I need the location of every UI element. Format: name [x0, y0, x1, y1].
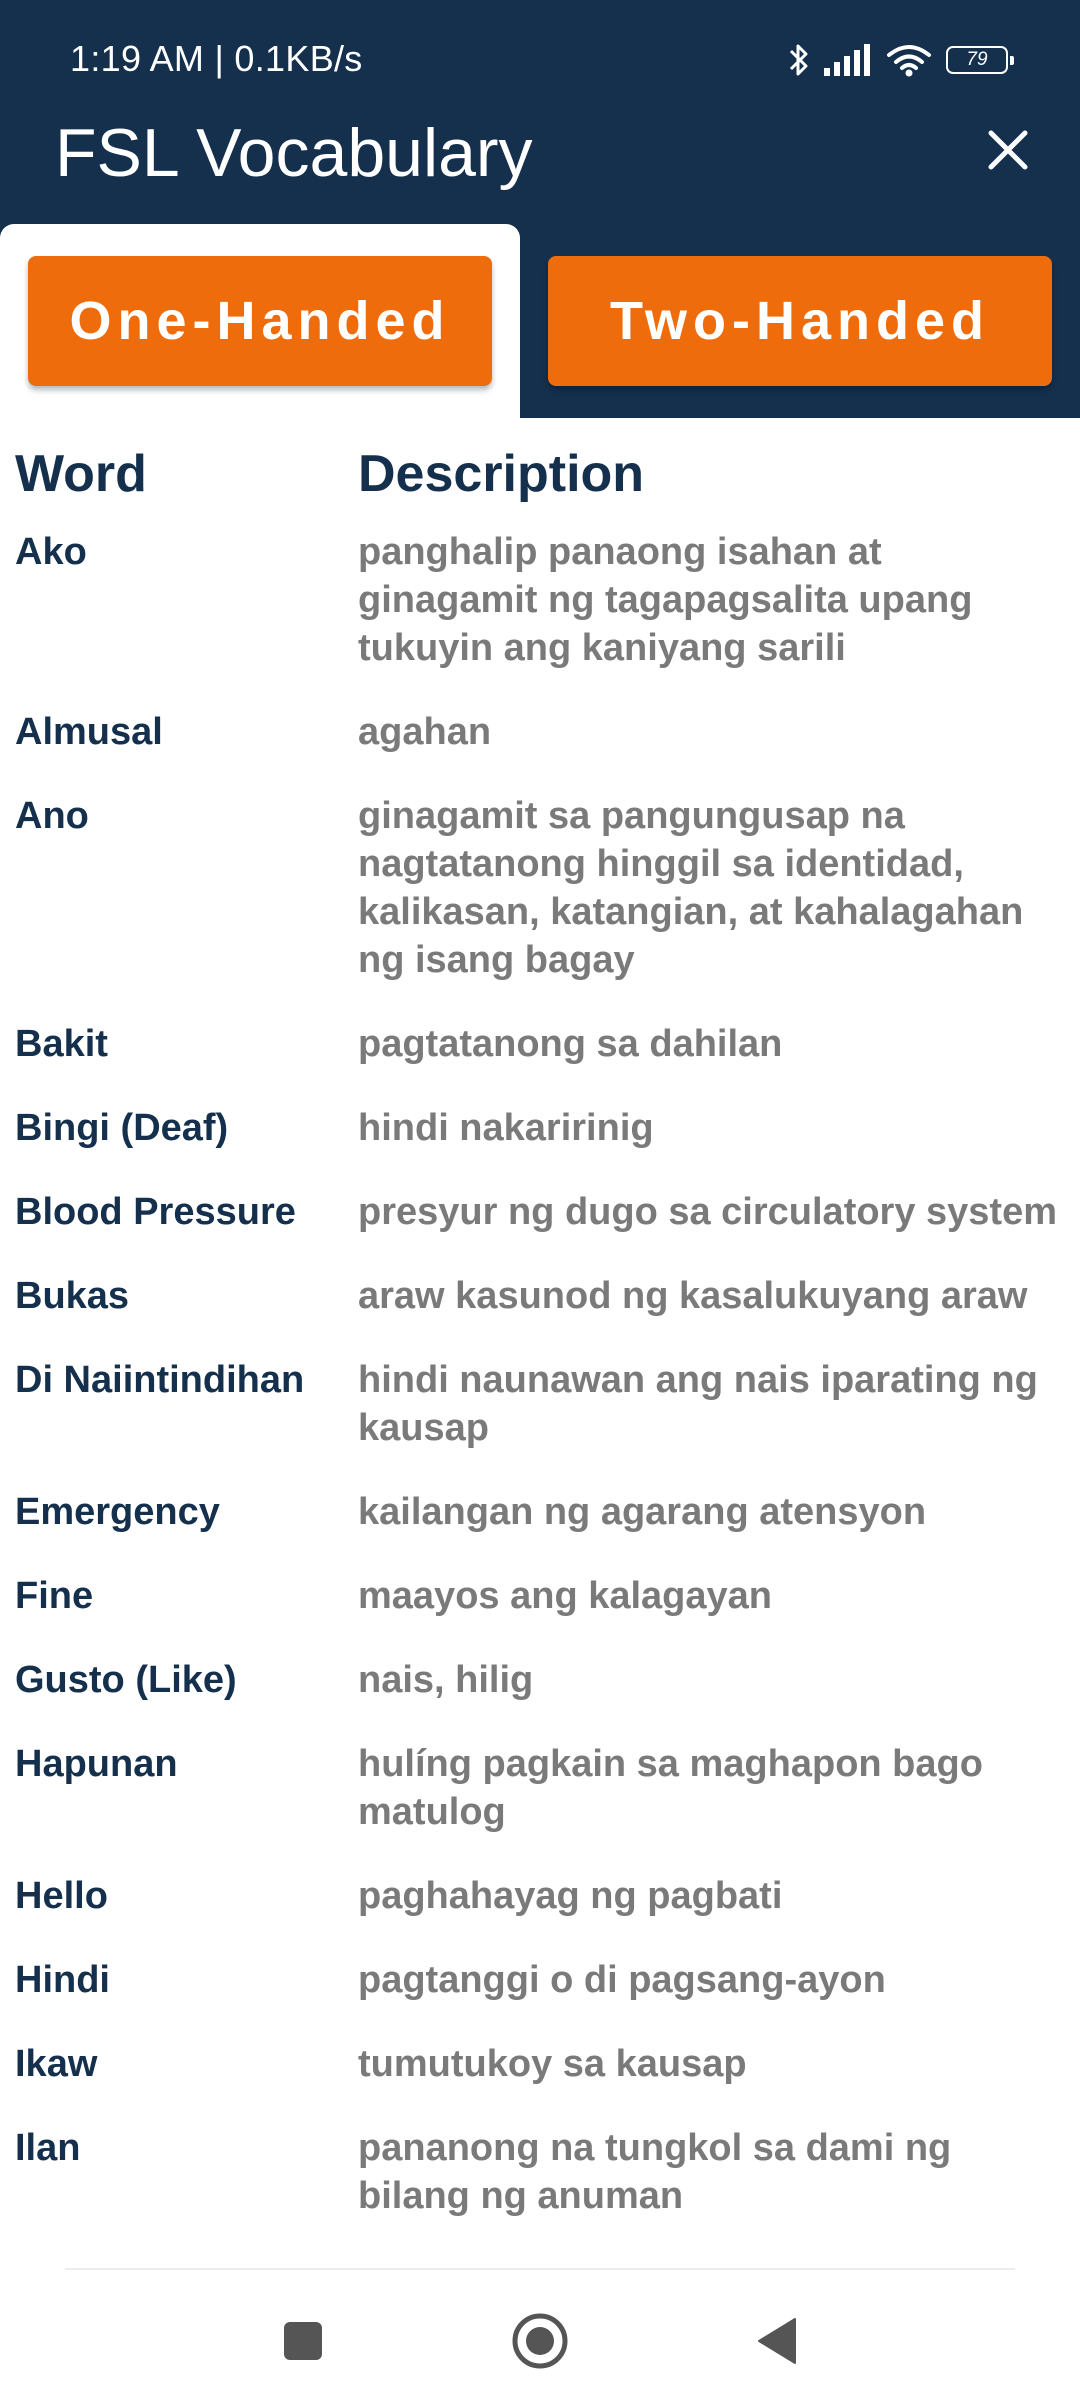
- tab-two-handed[interactable]: Two-Handed: [548, 256, 1052, 386]
- word-cell: Hapunan: [15, 1743, 178, 1785]
- word-cell: Bakit: [15, 1023, 108, 1065]
- home-button[interactable]: [505, 2306, 575, 2376]
- word-cell: Emergency: [15, 1491, 220, 1533]
- table-row[interactable]: Bukas araw kasunod ng kasalukuyang araw: [0, 1272, 1080, 1356]
- word-cell: Ikaw: [15, 2043, 98, 2085]
- description-cell: pananong na tungkol sa dami ng bilang ng…: [358, 2127, 952, 2217]
- description-cell: hindi naunawan ang nais iparating ng kau…: [358, 1359, 1038, 1449]
- description-cell: tumutukoy sa kausap: [358, 2043, 747, 2085]
- table-row[interactable]: Ano ginagamit sa pangungusap na nagtatan…: [0, 792, 1080, 1020]
- description-cell: nais, hilig: [358, 1659, 534, 1701]
- recents-button[interactable]: [268, 2306, 338, 2376]
- description-cell: maayos ang kalagayan: [358, 1575, 772, 1617]
- table-row[interactable]: Ilan pananong na tungkol sa dami ng bila…: [0, 2124, 1080, 2256]
- column-header-description: Description: [358, 445, 645, 503]
- word-cell: Ako: [15, 531, 87, 573]
- word-cell: Di Naiintindihan: [15, 1359, 305, 1401]
- word-cell: Hello: [15, 1875, 108, 1917]
- status-bar: 1:19 AM | 0.1KB/s 79: [0, 0, 1080, 120]
- table-row[interactable]: Ako panghalip panaong isahan at ginagami…: [0, 528, 1080, 708]
- word-cell: Fine: [15, 1575, 94, 1617]
- vocabulary-table: Word Description Ako panghalip panaong i…: [0, 418, 1080, 2256]
- description-cell: panghalip panaong isahan at ginagamit ng…: [358, 531, 973, 669]
- table-row[interactable]: Blood Pressure presyur ng dugo sa circul…: [0, 1188, 1080, 1272]
- word-cell: Gusto (Like): [15, 1659, 237, 1701]
- table-row[interactable]: Almusal agahan: [0, 708, 1080, 792]
- description-cell: presyur ng dugo sa circulatory system: [358, 1191, 1058, 1233]
- word-cell: Ano: [15, 795, 89, 837]
- close-button[interactable]: [978, 120, 1038, 180]
- table-row[interactable]: Di Naiintindihan hindi naunawan ang nais…: [0, 1356, 1080, 1488]
- page-title: FSL Vocabulary: [55, 115, 533, 191]
- word-cell: Bingi (Deaf): [15, 1107, 229, 1149]
- description-cell: pagtanggi o di pagsang-ayon: [358, 1959, 886, 2001]
- table-row[interactable]: Hindi pagtanggi o di pagsang-ayon: [0, 1956, 1080, 2040]
- home-circle-icon: [512, 2313, 568, 2369]
- wifi-icon: [886, 43, 932, 77]
- description-cell: hindi nakaririnig: [358, 1107, 654, 1149]
- table-row[interactable]: Fine maayos ang kalagayan: [0, 1572, 1080, 1656]
- tab-one-handed[interactable]: One-Handed: [28, 256, 492, 386]
- table-row[interactable]: Hello paghahayag ng pagbati: [0, 1872, 1080, 1956]
- table-row[interactable]: Hapunan hulíng pagkain sa maghapon bago …: [0, 1740, 1080, 1872]
- table-row[interactable]: Bingi (Deaf) hindi nakaririnig: [0, 1104, 1080, 1188]
- word-cell: Blood Pressure: [15, 1191, 296, 1233]
- bluetooth-icon: [788, 42, 810, 78]
- description-cell: agahan: [358, 711, 492, 753]
- recents-square-icon: [284, 2322, 322, 2360]
- table-row[interactable]: Gusto (Like) nais, hilig: [0, 1656, 1080, 1740]
- word-cell: Almusal: [15, 711, 163, 753]
- app-header: 1:19 AM | 0.1KB/s 79 FSL Vocabulary One-…: [0, 0, 1080, 424]
- word-cell: Bukas: [15, 1275, 130, 1317]
- table-row[interactable]: Bakit pagtatanong sa dahilan: [0, 1020, 1080, 1104]
- table-row[interactable]: Emergency kailangan ng agarang atensyon: [0, 1488, 1080, 1572]
- signal-icon: [824, 44, 872, 76]
- description-cell: paghahayag ng pagbati: [358, 1875, 783, 1917]
- table-body: Ako panghalip panaong isahan at ginagami…: [0, 528, 1080, 2256]
- battery-icon: 79: [946, 46, 1014, 74]
- word-cell: Hindi: [15, 1959, 110, 2001]
- back-triangle-icon: [758, 2318, 796, 2364]
- description-cell: kailangan ng agarang atensyon: [358, 1491, 927, 1533]
- description-cell: hulíng pagkain sa maghapon bago matulog: [358, 1743, 983, 1833]
- description-cell: pagtatanong sa dahilan: [358, 1023, 783, 1065]
- back-button[interactable]: [742, 2306, 812, 2376]
- column-header-word: Word: [15, 445, 147, 503]
- status-time: 1:19 AM | 0.1KB/s: [70, 38, 363, 79]
- status-icons: 79: [788, 38, 1014, 82]
- close-icon: [988, 130, 1028, 170]
- description-cell: ginagamit sa pangungusap na nagtatanong …: [358, 795, 1024, 981]
- system-nav-bar: [0, 2270, 1080, 2400]
- word-cell: Ilan: [15, 2127, 81, 2169]
- table-row[interactable]: Ikaw tumutukoy sa kausap: [0, 2040, 1080, 2124]
- table-header: Word Description: [0, 418, 1080, 528]
- battery-level: 79: [966, 49, 988, 70]
- description-cell: araw kasunod ng kasalukuyang araw: [358, 1275, 1028, 1317]
